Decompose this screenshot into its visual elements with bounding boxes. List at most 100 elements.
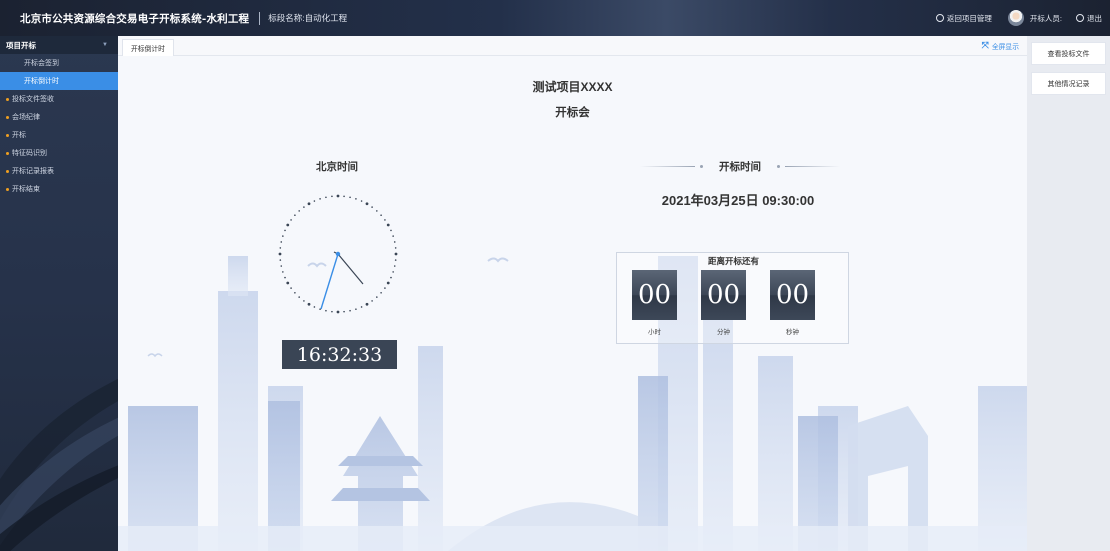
clock-minute-mark [392,271,394,273]
app-header: 北京市公共资源综合交易电子开标系统-水利工程 标段名称:自动化工程 返回项目管理… [0,0,1110,36]
sidebar-group-header[interactable]: 项目开标 ▼ [0,36,118,54]
clock-minute-mark [394,247,397,249]
sidebar-item-label: 开标记录报表 [12,168,54,175]
sidebar-item-label: 开标结束 [12,186,40,193]
clock-minute-mark [355,198,357,200]
clock-minute-mark [331,195,333,198]
clock-minute-mark [393,241,396,243]
sidebar-item[interactable]: 开标结束 [0,180,118,198]
clock-hour-mark [278,252,282,256]
avatar[interactable] [1007,10,1024,26]
clock-minute-mark [294,292,296,294]
logout-button[interactable]: 退出 [1076,13,1102,24]
countdown-minutes: 00 [701,270,746,320]
power-icon [1076,13,1084,22]
divider-dot [777,165,780,168]
project-name: 测试项目XXXX [532,80,613,94]
sidebar-item[interactable]: 开标倒计时 [0,72,118,90]
clock-minute-mark [376,210,378,212]
view-bid-files-button[interactable]: 查看投标文件 [1031,42,1106,65]
divider-line [785,166,840,167]
clock-minute-mark [282,271,284,273]
sidebar-item-label: 投标文件签收 [12,96,54,103]
fullscreen-label: 全屏显示 [991,43,1019,51]
clock-minute-mark [394,259,397,261]
sidebar-group-label: 项目开标 [6,40,36,50]
fullscreen-button[interactable]: ⤧ 全屏显示 [982,40,1019,51]
sidebar-item[interactable]: 特征码识别 [0,144,118,162]
clock-hour-mark [286,223,290,227]
clock-minute-mark [290,287,292,289]
analog-clock [278,194,398,314]
bullet-dot-icon [6,169,9,173]
clock-hour-mark [307,302,311,306]
sidebar-item[interactable]: 会场纪律 [0,108,118,126]
countdown-panel: 距离开标还有 00 00 00 小时 分钟 秒钟 [616,252,849,344]
app-title: 北京市公共资源综合交易电子开标系统-水利工程 [20,12,250,25]
clock-minute-mark [349,309,351,312]
sidebar-item-label: 开标倒计时 [24,78,59,85]
open-time-header: 开标时间 [640,156,840,176]
clock-hour-mark [365,202,369,206]
countdown-seconds: 00 [770,270,815,320]
clock-minute-mark [319,198,321,200]
open-datetime: 2021年03月25日 09:30:00 [661,193,815,208]
sidebar-item[interactable]: 投标文件签收 [0,90,118,108]
other-records-button[interactable]: 其他情况记录 [1031,72,1106,95]
sidebar: 项目开标 ▼ 开标会签到开标倒计时投标文件签收 会场纪律开标特征码识别开标记录报表… [0,36,118,551]
clock-minute-mark [325,309,327,312]
sidebar-item-label: 开标 [12,132,26,139]
clock-minute-mark [355,308,357,310]
bullet-dot-icon [6,187,9,191]
clock-minute-mark [343,310,345,313]
sidebar-item[interactable]: 开标 [0,126,118,144]
clock-minute-mark [298,210,300,212]
sidebar-item-label: 会场纪律 [12,114,40,121]
minute-hand [320,253,339,310]
sidebar-item[interactable]: 开标会签到 [0,54,118,72]
countdown-hours: 00 [632,270,677,320]
clock-minute-mark [392,235,394,237]
clock-minute-mark [325,196,327,199]
clock-hour-mark [336,194,340,198]
bullet-dot-icon [6,133,9,137]
digital-clock: 16:32:33 [282,340,397,369]
clock-minute-mark [279,247,282,249]
clock-minute-mark [393,265,396,267]
clock-minute-mark [313,306,316,308]
return-icon [935,13,944,22]
clock-hour-mark [394,252,398,256]
clock-minute-mark [284,229,286,232]
clock-minute-mark [280,265,283,267]
header-actions: 返回项目管理 开标人员: 退出 [935,0,1102,36]
sidebar-item-label: 开标会签到 [24,60,59,67]
clock-hour-mark [365,302,369,306]
clock-minute-mark [280,241,283,243]
hours-unit: 小时 [648,329,661,336]
return-project-link[interactable]: 返回项目管理 [935,13,992,24]
meeting-title: 开标会 [555,107,590,119]
clock-minute-mark [371,300,373,302]
clock-minute-mark [384,287,386,289]
clock-minute-mark [279,259,282,261]
clock-minute-mark [384,219,386,221]
seconds-unit: 秒钟 [786,329,799,336]
hour-hand [337,253,364,285]
clock-minute-mark [284,276,286,279]
beijing-time-label: 北京时间 [316,161,358,173]
clock-hour-mark [386,223,390,227]
clock-minute-mark [360,200,363,202]
clock-hour-mark [307,202,311,206]
right-panel: 查看投标文件 其他情况记录 [1027,36,1110,551]
clock-minute-mark [294,214,296,216]
clock-minute-mark [380,214,382,216]
minutes-unit: 分钟 [717,329,730,336]
clock-minute-mark [331,310,333,313]
bullet-dot-icon [6,97,9,101]
return-project-label: 返回项目管理 [946,13,992,23]
expand-icon: ⤧ [981,40,989,50]
sidebar-decoration [0,379,118,551]
clock-minute-mark [390,229,392,232]
sidebar-item[interactable]: 开标记录报表 [0,162,118,180]
tab-countdown[interactable]: 开标倒计时 [122,39,174,56]
